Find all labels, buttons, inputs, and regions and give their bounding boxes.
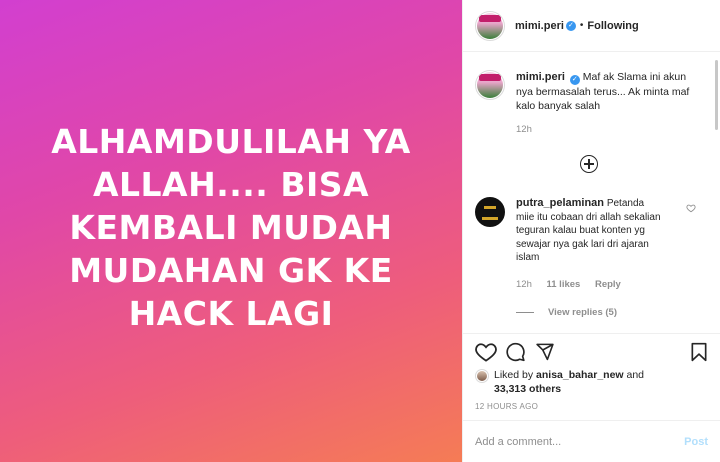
likes-summary: Liked by anisa_bahar_new and 33,313 othe… bbox=[475, 368, 644, 396]
caption-body: mimi.peri ✓ Maf ak Slama ini akun nya be… bbox=[516, 70, 704, 113]
commenter-avatar[interactable] bbox=[475, 197, 505, 227]
comment-like-heart-icon[interactable] bbox=[686, 203, 696, 213]
header-user-info: mimi.peri ✓ • Following bbox=[515, 20, 639, 32]
comments-section[interactable]: mimi.peri ✓ Maf ak Slama ini akun nya be… bbox=[463, 52, 720, 334]
comments-scrollbar[interactable] bbox=[715, 60, 718, 130]
liker-username[interactable]: anisa_bahar_new bbox=[536, 369, 624, 381]
view-replies-button[interactable]: View replies (5) bbox=[516, 307, 617, 318]
comment-body: putra_pelaminan Petanda miie itu cobaan … bbox=[516, 197, 664, 265]
avatar-badge bbox=[479, 14, 501, 22]
comment-time[interactable]: 12h bbox=[516, 279, 532, 290]
avatar-crown-graphic bbox=[484, 204, 496, 209]
post-comment-button[interactable]: Post bbox=[684, 436, 708, 448]
following-button[interactable]: Following bbox=[587, 20, 638, 32]
comment-icon[interactable] bbox=[505, 342, 526, 362]
liked-by-label: Liked by bbox=[494, 369, 534, 381]
caption-time[interactable]: 12h bbox=[516, 124, 532, 135]
comment-username[interactable]: putra_pelaminan bbox=[516, 197, 604, 209]
comment-likes[interactable]: 11 likes bbox=[547, 279, 581, 290]
post-sidebar: mimi.peri ✓ • Following mimi.peri ✓ Maf … bbox=[462, 0, 720, 462]
post-actions bbox=[475, 340, 708, 364]
verified-icon: ✓ bbox=[569, 75, 580, 85]
header-username[interactable]: mimi.peri bbox=[515, 20, 564, 32]
comment-meta: 12h 11 likes Reply bbox=[516, 279, 633, 290]
share-icon[interactable] bbox=[535, 342, 555, 361]
liker-avatar[interactable] bbox=[475, 369, 489, 383]
verified-icon: ✓ bbox=[565, 20, 576, 31]
avatar-badge bbox=[479, 74, 501, 81]
likes-text: Liked by anisa_bahar_new and 33,313 othe… bbox=[494, 368, 644, 396]
instagram-post: ALHAMDULILAH YA ALLAH.... BISA KEMBALI M… bbox=[0, 0, 720, 462]
reply-button[interactable]: Reply bbox=[595, 279, 621, 290]
post-caption: mimi.peri ✓ Maf ak Slama ini akun nya be… bbox=[475, 70, 704, 113]
post-image-text: ALHAMDULILAH YA ALLAH.... BISA KEMBALI M… bbox=[51, 121, 411, 333]
view-replies-label: View replies (5) bbox=[548, 307, 617, 318]
caption-username[interactable]: mimi.peri bbox=[516, 71, 565, 83]
comment-input[interactable] bbox=[475, 435, 685, 448]
view-replies-line bbox=[516, 312, 534, 313]
others-link[interactable]: 33,313 others bbox=[494, 383, 561, 395]
post-image[interactable]: ALHAMDULILAH YA ALLAH.... BISA KEMBALI M… bbox=[0, 0, 462, 462]
likes-and-label: and bbox=[626, 369, 645, 381]
plus-circle-icon[interactable] bbox=[580, 155, 598, 173]
caption-avatar[interactable] bbox=[475, 70, 505, 100]
avatar-logo-graphic bbox=[482, 217, 498, 220]
avatar-image bbox=[477, 371, 487, 381]
post-header: mimi.peri ✓ • Following bbox=[463, 0, 720, 52]
post-timestamp[interactable]: 12 HOURS AGO bbox=[475, 402, 538, 411]
comment-item: putra_pelaminan Petanda miie itu cobaan … bbox=[475, 197, 702, 265]
add-comment-bar: Post bbox=[463, 420, 720, 462]
header-separator: • bbox=[579, 20, 584, 31]
profile-avatar[interactable] bbox=[475, 10, 505, 41]
heart-icon[interactable] bbox=[475, 342, 497, 362]
bookmark-icon[interactable] bbox=[690, 342, 708, 362]
